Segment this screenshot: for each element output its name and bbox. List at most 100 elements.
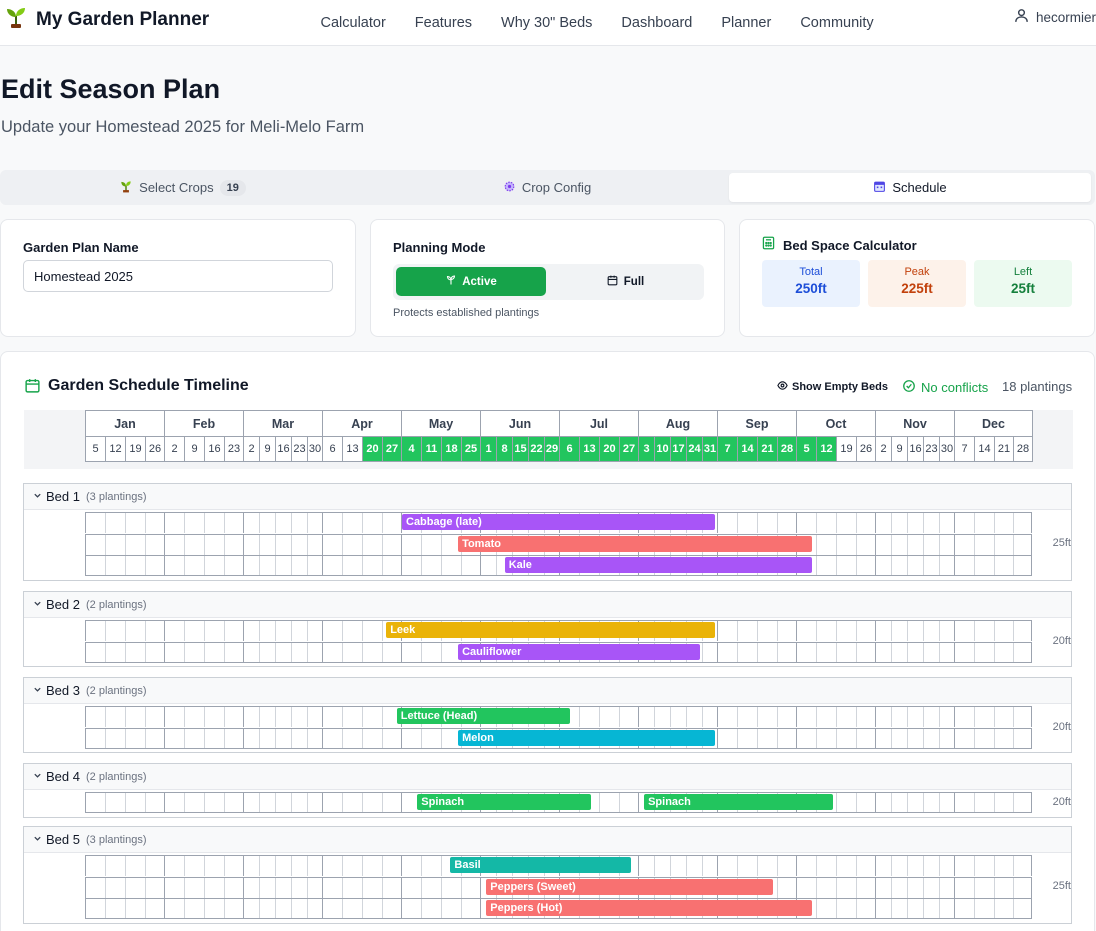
grid-line — [382, 556, 383, 575]
grid-line — [954, 642, 955, 662]
bed-header[interactable]: Bed 4 (2 plantings) — [24, 764, 1071, 790]
grid-line — [259, 877, 260, 898]
nav-link-community[interactable]: Community — [786, 15, 888, 31]
chevron-down-icon[interactable] — [33, 771, 42, 782]
planting-bar[interactable]: Spinach — [417, 794, 591, 810]
tab-crop-config[interactable]: Crop Config — [366, 173, 728, 202]
grid-line — [939, 556, 940, 575]
grid-line — [757, 642, 758, 662]
bed-header[interactable]: Bed 1 (3 plantings) — [24, 484, 1071, 510]
plan-name-label: Garden Plan Name — [23, 240, 139, 255]
grid-line — [322, 707, 323, 727]
bed-name: Bed 4 — [46, 769, 80, 784]
month-header-dec: Dec — [955, 411, 1033, 437]
conflict-label: No conflicts — [921, 380, 989, 395]
grid-line — [291, 621, 292, 641]
week-cell: 12 — [817, 437, 837, 462]
calendar-icon — [873, 180, 886, 196]
grid-line — [125, 556, 126, 575]
grid-line — [342, 621, 343, 641]
chevron-down-icon[interactable] — [33, 599, 42, 610]
grid-line — [401, 877, 402, 898]
chevron-down-icon[interactable] — [33, 491, 42, 502]
grid-line — [184, 877, 185, 898]
bed-name: Bed 3 — [46, 683, 80, 698]
bed-length: 20ft — [1052, 720, 1071, 733]
nav-link-features[interactable]: Features — [400, 15, 486, 31]
show-empty-beds-toggle[interactable]: Show Empty Beds — [777, 380, 888, 394]
check-circle-icon — [902, 379, 916, 396]
nav-link-why-30-beds[interactable]: Why 30" Beds — [487, 15, 607, 31]
grid-line — [291, 556, 292, 575]
grid-line — [204, 899, 205, 918]
planting-bar[interactable]: Basil — [450, 857, 632, 873]
sprout-icon — [445, 274, 457, 289]
tab-select-crops[interactable]: Select Crops 19 — [3, 173, 362, 202]
planting-bar[interactable]: Melon — [458, 729, 716, 746]
grid-line — [145, 856, 146, 876]
grid-line — [401, 728, 402, 748]
grid-line — [307, 534, 308, 555]
plan-name-input[interactable] — [23, 260, 333, 292]
user-menu[interactable]: hecormier — [1013, 7, 1096, 27]
grid-line — [891, 856, 892, 876]
planting-bar[interactable]: Tomato — [458, 535, 813, 552]
grid-line — [401, 793, 402, 812]
nav-link-planner[interactable]: Planner — [707, 15, 786, 31]
grid-line — [717, 621, 718, 641]
chevron-down-icon[interactable] — [33, 685, 42, 696]
grid-line — [1013, 728, 1014, 748]
bed-header[interactable]: Bed 5 (3 plantings) — [24, 827, 1071, 853]
bed-header[interactable]: Bed 2 (2 plantings) — [24, 592, 1071, 618]
page-subtitle: Update your Homestead 2025 for Meli-Melo… — [1, 118, 365, 136]
planting-count: 18 plantings — [1002, 379, 1073, 394]
planting-bar[interactable]: Kale — [504, 557, 813, 573]
nav-link-dashboard[interactable]: Dashboard — [607, 15, 707, 31]
grid-line — [362, 728, 363, 748]
grid-line — [275, 707, 276, 727]
grid-line — [401, 534, 402, 555]
grid-line — [145, 899, 146, 918]
planting-bar[interactable]: Lettuce (Head) — [396, 708, 571, 724]
grid-line — [243, 534, 244, 555]
grid-line — [259, 856, 260, 876]
tab-schedule[interactable]: Schedule — [729, 173, 1091, 202]
planting-bar[interactable]: Cauliflower — [458, 643, 701, 660]
grid-line — [796, 642, 797, 662]
mode-active-button[interactable]: Active — [396, 267, 546, 296]
bed-name: Bed 5 — [46, 832, 80, 847]
grid-line — [737, 621, 738, 641]
grid-line — [125, 793, 126, 812]
mode-full-button[interactable]: Full — [550, 267, 700, 296]
grid-line — [599, 793, 600, 812]
planting-bar[interactable]: Peppers (Hot) — [486, 900, 813, 916]
grid-line — [164, 534, 165, 555]
grid-line — [259, 707, 260, 727]
grid-line — [362, 642, 363, 662]
grid-line — [891, 642, 892, 662]
brand[interactable]: My Garden Planner — [4, 5, 209, 34]
grid-line — [307, 642, 308, 662]
grid-line — [421, 556, 422, 575]
grid-line — [836, 534, 837, 555]
planting-bar[interactable]: Spinach — [644, 794, 833, 810]
bed-header[interactable]: Bed 3 (2 plantings) — [24, 678, 1071, 704]
month-header-sep: Sep — [718, 411, 797, 437]
grid-line — [939, 513, 940, 533]
grid-line — [291, 642, 292, 662]
grid-line — [939, 642, 940, 662]
grid-line — [204, 534, 205, 555]
planting-bar[interactable]: Leek — [386, 622, 716, 638]
total-label: Total — [799, 266, 823, 278]
planting-bar[interactable]: Peppers (Sweet) — [486, 878, 774, 895]
grid-line — [164, 728, 165, 748]
week-cell: 3 — [639, 437, 655, 462]
grid-line — [1013, 621, 1014, 641]
grid-line — [1013, 642, 1014, 662]
chevron-down-icon[interactable] — [33, 834, 42, 845]
week-cell: 22 — [529, 437, 545, 462]
nav-link-calculator[interactable]: Calculator — [306, 15, 400, 31]
planting-bar[interactable]: Cabbage (late) — [402, 514, 716, 530]
grid-line — [105, 728, 106, 748]
bed-panel: Bed 1 (3 plantings) Cabbage (late) Tomato Ka… — [23, 483, 1072, 581]
